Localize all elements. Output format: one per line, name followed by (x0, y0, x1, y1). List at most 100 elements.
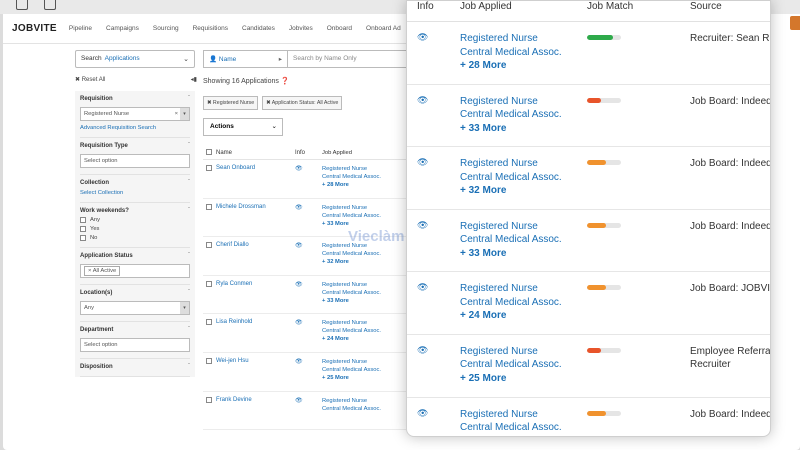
window-icon[interactable] (16, 0, 28, 10)
eye-icon[interactable]: 👁 (407, 95, 460, 147)
checkbox[interactable] (80, 235, 86, 241)
nav-item-onboard[interactable]: Onboard (327, 25, 352, 32)
job-title[interactable]: Registered Nurse (460, 346, 538, 357)
job-title[interactable]: Registered Nurse (322, 359, 367, 365)
eye-icon[interactable]: 👁 (295, 242, 322, 275)
eye-icon[interactable]: 👁 (295, 281, 322, 314)
eye-icon[interactable]: 👁 (295, 319, 322, 352)
candidate-name-link[interactable]: Cherif Diallo (216, 242, 295, 275)
eye-icon[interactable]: 👁 (407, 157, 460, 209)
job-title[interactable]: Registered Nurse (322, 320, 367, 326)
eye-icon[interactable]: 👁 (407, 408, 460, 436)
eye-icon[interactable]: 👁 (295, 358, 322, 391)
candidate-name-link[interactable]: Wei-jen Hsu (216, 358, 295, 391)
more-jobs-link[interactable]: + 33 More (460, 123, 506, 134)
eye-icon[interactable]: 👁 (407, 345, 460, 397)
job-title[interactable]: Registered Nurse (460, 33, 538, 44)
eye-icon[interactable]: 👁 (295, 165, 322, 198)
table-row[interactable]: 👁 Registered Nurse Central Medical Assoc. +… (407, 335, 770, 398)
job-title[interactable]: Registered Nurse (460, 409, 538, 420)
nav-item-pipeline[interactable]: Pipeline (69, 25, 92, 32)
row-checkbox[interactable] (203, 203, 216, 237)
job-applied-cell[interactable]: Registered Nurse Central Medical Assoc. + … (460, 220, 587, 272)
more-jobs-link[interactable]: + 28 More (460, 60, 506, 71)
chevron-up-icon[interactable]: ˆ (188, 327, 190, 333)
chevron-up-icon[interactable]: ˆ (188, 290, 190, 296)
job-title[interactable]: Registered Nurse (322, 205, 367, 211)
chevron-up-icon[interactable]: ˆ (188, 180, 190, 186)
eye-icon[interactable]: 👁 (407, 220, 460, 272)
row-checkbox[interactable] (203, 165, 216, 198)
requisition-type-select[interactable]: Select option (80, 154, 190, 168)
column-header-source[interactable]: Source (690, 1, 770, 12)
job-title[interactable]: Registered Nurse (460, 221, 538, 232)
job-applied-cell[interactable]: Registered Nurse Central Medical Assoc. + … (322, 319, 410, 352)
candidate-name-link[interactable]: Ryla Conmen (216, 281, 295, 314)
requisition-select[interactable]: Registered Nurse × ▾ (80, 107, 190, 121)
table-row[interactable]: 👁 Registered Nurse Central Medical Assoc. +… (407, 272, 770, 335)
table-row[interactable]: Wei-jen Hsu 👁 Registered Nurse Central Medi… (203, 353, 410, 392)
application-status-select[interactable]: × All Active (80, 264, 190, 278)
nav-item-sourcing[interactable]: Sourcing (153, 25, 179, 32)
table-row[interactable]: Ryla Conmen 👁 Registered Nurse Central Medi… (203, 276, 410, 315)
row-checkbox[interactable] (203, 242, 216, 275)
job-applied-cell[interactable]: Registered Nurse Central Medical Assoc. + … (460, 32, 587, 84)
job-applied-cell[interactable]: Registered Nurse Central Medical Assoc. + … (322, 281, 410, 314)
filter-tag[interactable]: ✖ Registered Nurse (203, 96, 259, 110)
reset-all-button[interactable]: ✖ Reset All (75, 76, 105, 83)
job-applied-cell[interactable]: Registered Nurse Central Medical Assoc. + … (460, 157, 587, 209)
table-row[interactable]: 👁 Registered Nurse Central Medical Assoc. +… (407, 147, 770, 210)
job-applied-cell[interactable]: Registered Nurse Central Medical Assoc. (322, 397, 410, 430)
more-jobs-link[interactable]: + 24 More (460, 310, 506, 321)
window-icon[interactable] (44, 0, 56, 10)
chevron-up-icon[interactable]: ˆ (188, 208, 190, 214)
column-header-job-match[interactable]: Job Match (587, 1, 690, 12)
chevron-up-icon[interactable]: ˆ (188, 364, 190, 370)
job-applied-cell[interactable]: Registered Nurse Central Medical Assoc. + … (322, 242, 410, 275)
more-jobs-link[interactable]: + 25 More (322, 375, 349, 381)
row-checkbox[interactable] (203, 319, 216, 352)
checkbox[interactable] (80, 226, 86, 232)
checkbox-yes[interactable]: Yes (80, 226, 190, 232)
table-row[interactable]: 👁 Registered Nurse Central Medical Assoc. +… (407, 22, 770, 85)
select-collection-link[interactable]: Select Collection (80, 190, 190, 196)
candidate-name-link[interactable]: Michele Drossman (216, 204, 295, 237)
job-applied-cell[interactable]: Registered Nurse Central Medical Assoc. (460, 408, 587, 436)
more-jobs-link[interactable]: + 24 More (322, 336, 349, 342)
more-jobs-link[interactable]: + 33 More (322, 221, 349, 227)
job-title[interactable]: Registered Nurse (322, 282, 367, 288)
nav-item-campaigns[interactable]: Campaigns (106, 25, 139, 32)
checkbox-no[interactable]: No (80, 235, 190, 241)
advanced-requisition-search-link[interactable]: Advanced Requisition Search (80, 125, 190, 131)
pin-icon[interactable]: ◂▮ (191, 76, 197, 83)
table-row[interactable]: Lisa Reinhold 👁 Registered Nurse Central Me… (203, 314, 410, 353)
locations-select[interactable]: Any ▾ (80, 301, 190, 315)
table-row[interactable]: Sean Onboard 👁 Registered Nurse Central Med… (203, 160, 410, 199)
nav-item-requisitions[interactable]: Requisitions (193, 25, 228, 32)
search-type-select[interactable]: Search Applications ⌄ (75, 50, 195, 68)
chevron-down-icon[interactable]: ▾ (180, 302, 189, 314)
job-applied-cell[interactable]: Registered Nurse Central Medical Assoc. + … (460, 95, 587, 147)
table-row[interactable]: 👁 Registered Nurse Central Medical Assoc. +… (407, 210, 770, 273)
table-row[interactable]: 👁 Registered Nurse Central Medical Assoc. +… (407, 85, 770, 148)
nav-item-onboard-ad[interactable]: Onboard Ad (366, 25, 401, 32)
select-all-checkbox[interactable] (203, 148, 216, 157)
row-checkbox[interactable] (203, 396, 216, 430)
more-jobs-link[interactable]: + 33 More (460, 248, 506, 259)
job-applied-cell[interactable]: Registered Nurse Central Medical Assoc. + … (322, 165, 410, 198)
checkbox[interactable] (80, 217, 86, 223)
table-row[interactable]: 👁 Registered Nurse Central Medical Assoc. J… (407, 398, 770, 436)
chevron-up-icon[interactable]: ˆ (188, 143, 190, 149)
department-select[interactable]: Select option (80, 338, 190, 352)
checkbox-any[interactable]: Any (80, 217, 190, 223)
row-checkbox[interactable] (203, 280, 216, 314)
job-applied-cell[interactable]: Registered Nurse Central Medical Assoc. + … (460, 282, 587, 334)
job-title[interactable]: Registered Nurse (460, 158, 538, 169)
job-title[interactable]: Registered Nurse (460, 283, 538, 294)
nav-item-jobvites[interactable]: Jobvites (289, 25, 313, 32)
column-header-job-applied[interactable]: Job Applied (322, 149, 410, 157)
search-field-select[interactable]: 👤 Name ▸ (203, 50, 288, 68)
status-chip[interactable]: × All Active (84, 266, 121, 276)
help-icon[interactable]: ❓ (281, 78, 290, 85)
job-title[interactable]: Registered Nurse (322, 166, 367, 172)
